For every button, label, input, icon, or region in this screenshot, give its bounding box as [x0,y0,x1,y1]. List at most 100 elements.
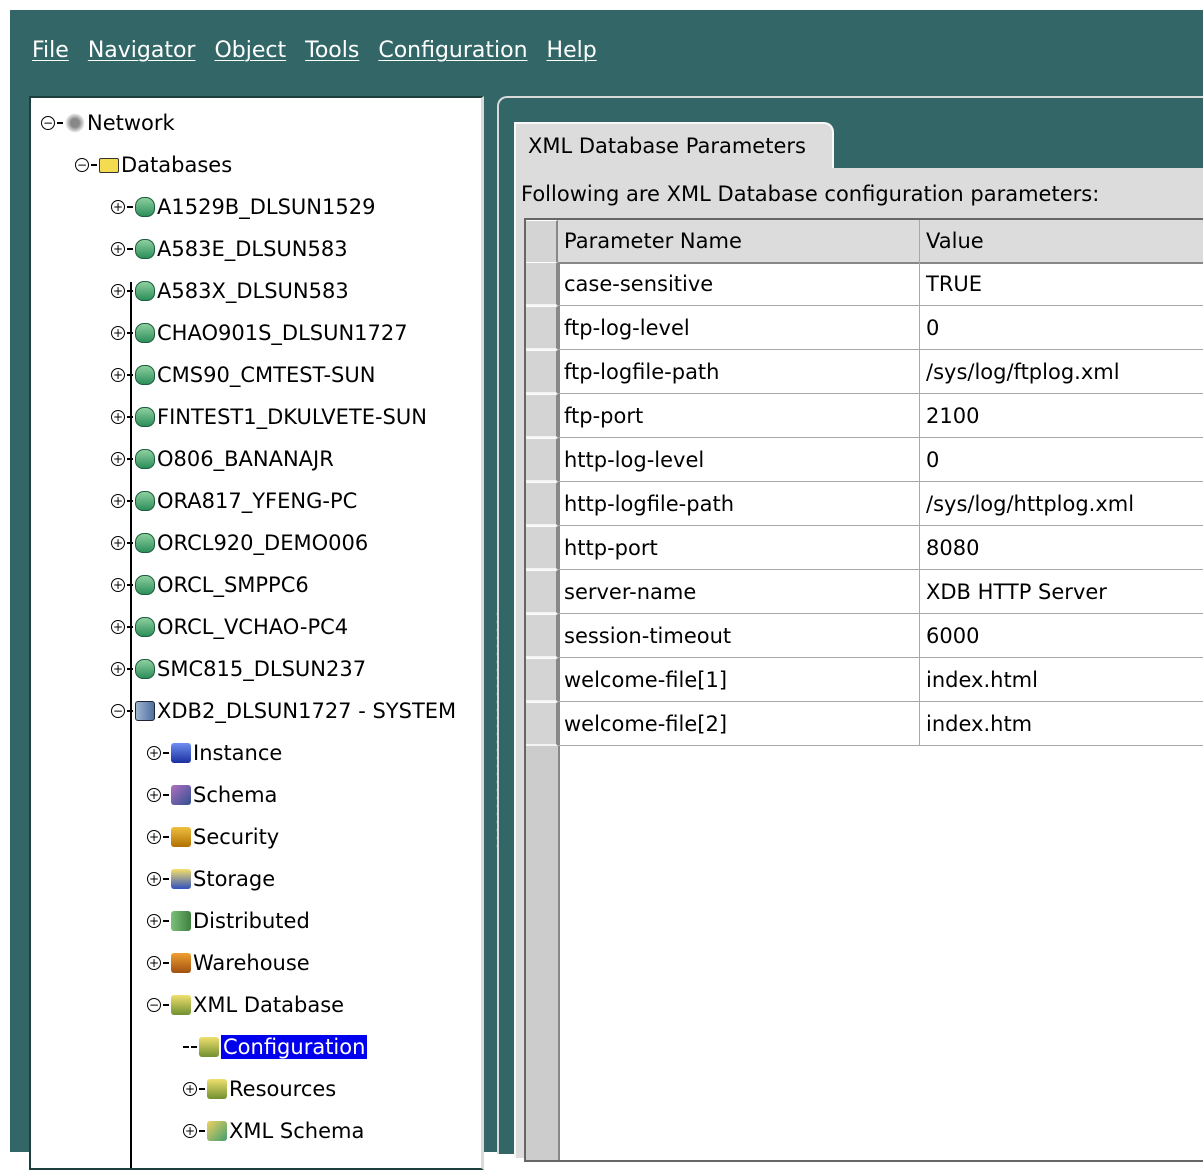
tree-item-network[interactable]: − Network [41,104,175,142]
expand-icon[interactable]: + [147,872,161,886]
row-header-cell[interactable] [526,526,558,570]
table-row[interactable]: http-port 8080 [526,526,1203,570]
tree-item-a583x-dlsun583[interactable]: + A583X_DLSUN583 [111,272,349,310]
tree-item-schema[interactable]: + Schema [147,776,277,814]
table-row[interactable]: ftp-logfile-path/sys/log/ftplog.xml [526,350,1203,394]
tree-item-orcl-smppc6[interactable]: + ORCL_SMPPC6 [111,566,309,604]
table-row[interactable]: welcome-file[1] index.html [526,658,1203,702]
expand-icon[interactable]: + [183,1124,197,1138]
tree-item-ora817-yfeng-pc[interactable]: + ORA817_YFENG-PC [111,482,357,520]
tree-item-warehouse[interactable]: + Warehouse [147,944,310,982]
parameter-value-cell[interactable]: /sys/log/ftplog.xml [920,350,1203,394]
expand-icon[interactable]: + [147,830,161,844]
tree-item-xml-schema[interactable]: + XML Schema [183,1112,364,1150]
parameter-value-cell[interactable]: 0 [920,438,1203,482]
row-header-cell[interactable] [526,482,558,526]
tree-item-databases[interactable]: − Databases [75,146,232,184]
tree-item-cms90-cmtest-sun[interactable]: + CMS90_CMTEST-SUN [111,356,375,394]
tree-item-chao901s-dlsun1727[interactable]: + CHAO901S_DLSUN1727 [111,314,408,352]
expand-icon[interactable]: + [111,284,125,298]
parameter-value-cell[interactable]: index.html [920,658,1203,702]
table-row[interactable]: http-log-level 0 [526,438,1203,482]
parameter-value-cell[interactable]: 2100 [920,394,1203,438]
expand-icon[interactable]: + [111,242,125,256]
collapse-icon[interactable]: − [41,116,55,130]
expand-icon[interactable]: + [183,1082,197,1096]
expand-icon[interactable]: + [111,620,125,634]
expand-icon[interactable]: + [111,200,125,214]
parameter-value-cell[interactable]: index.htm [920,702,1203,746]
parameter-value-cell[interactable]: 6000 [920,614,1203,658]
expand-icon[interactable]: + [147,788,161,802]
tree-item-resources[interactable]: + Resources [183,1070,336,1108]
expand-icon[interactable]: + [147,914,161,928]
column-header-parameter-name[interactable]: Parameter Name [558,220,920,264]
row-header-cell[interactable] [526,262,558,306]
menu-object[interactable]: Object [214,38,286,74]
expand-icon[interactable]: + [111,662,125,676]
tree-item-a583e-dlsun583[interactable]: + A583E_DLSUN583 [111,230,348,268]
expand-icon[interactable]: + [111,368,125,382]
parameter-value-cell[interactable]: 0 [920,306,1203,350]
row-header-cell[interactable] [526,438,558,482]
tree-item-configuration[interactable]: Configuration [183,1028,369,1066]
row-header-cell[interactable] [526,306,558,350]
row-header-cell[interactable] [526,570,558,614]
tree-item-xml-database[interactable]: − XML Database [147,986,344,1024]
parameter-name-cell[interactable]: http-logfile-path [558,482,920,526]
menu-file[interactable]: File [32,38,69,74]
parameter-name-cell[interactable]: ftp-logfile-path [558,350,920,394]
parameter-value-cell[interactable]: 8080 [920,526,1203,570]
table-row[interactable]: server-name XDB HTTP Server [526,570,1203,614]
tree-item-smc815-dlsun237[interactable]: + SMC815_DLSUN237 [111,650,366,688]
parameter-name-cell[interactable]: ftp-port [558,394,920,438]
table-row[interactable]: case-sensitive TRUE [526,262,1203,306]
expand-icon[interactable]: + [111,578,125,592]
expand-icon[interactable]: + [111,410,125,424]
expand-icon[interactable]: + [147,746,161,760]
parameter-name-cell[interactable]: welcome-file[2] [558,702,920,746]
column-header-value[interactable]: Value [920,220,1203,264]
table-row[interactable]: session-timeout 6000 [526,614,1203,658]
tree-item-instance[interactable]: + Instance [147,734,282,772]
parameter-name-cell[interactable]: case-sensitive [558,262,920,306]
row-header-cell[interactable] [526,350,558,394]
tree-item-orcl920-demo006[interactable]: + ORCL920_DEMO006 [111,524,368,562]
tree-item-distributed[interactable]: + Distributed [147,902,310,940]
parameter-name-cell[interactable]: server-name [558,570,920,614]
parameter-name-cell[interactable]: ftp-log-level [558,306,920,350]
row-header-cell[interactable] [526,658,558,702]
table-row[interactable]: ftp-log-level 0 [526,306,1203,350]
expand-icon[interactable]: + [111,536,125,550]
tree-item-o806-bananajr[interactable]: + O806_BANANAJR [111,440,334,478]
collapse-icon[interactable]: − [111,704,125,718]
row-header-cell[interactable] [526,702,558,746]
table-row[interactable]: welcome-file[2] index.htm [526,702,1203,746]
tree-item-fintest1-dkulvete-sun[interactable]: + FINTEST1_DKULVETE-SUN [111,398,427,436]
tree-item-security[interactable]: + Security [147,818,279,856]
parameter-name-cell[interactable]: session-timeout [558,614,920,658]
expand-icon[interactable]: + [111,452,125,466]
tree-item-a1529b-dlsun1529[interactable]: + A1529B_DLSUN1529 [111,188,375,226]
parameter-value-cell[interactable]: TRUE [920,262,1203,306]
tree-item-storage[interactable]: + Storage [147,860,275,898]
expand-icon[interactable]: + [111,326,125,340]
parameter-value-cell[interactable]: /sys/log/httplog.xml [920,482,1203,526]
menu-tools[interactable]: Tools [305,38,359,74]
row-header-cell[interactable] [526,394,558,438]
menu-configuration[interactable]: Configuration [378,38,527,74]
parameter-name-cell[interactable]: http-log-level [558,438,920,482]
parameter-name-cell[interactable]: http-port [558,526,920,570]
collapse-icon[interactable]: − [147,998,161,1012]
parameter-name-cell[interactable]: welcome-file[1] [558,658,920,702]
expand-icon[interactable]: + [147,956,161,970]
tree-item-xdb2-dlsun1727-system[interactable]: − XDB2_DLSUN1727 - SYSTEM [111,692,456,730]
collapse-icon[interactable]: − [75,158,89,172]
table-row[interactable]: ftp-port 2100 [526,394,1203,438]
parameter-value-cell[interactable]: XDB HTTP Server [920,570,1203,614]
tab-xml-database-parameters[interactable]: XML Database Parameters [514,122,834,168]
expand-icon[interactable]: + [111,494,125,508]
row-header-cell[interactable] [526,614,558,658]
table-row[interactable]: http-logfile-path/sys/log/httplog.xml [526,482,1203,526]
menu-navigator[interactable]: Navigator [88,38,196,74]
